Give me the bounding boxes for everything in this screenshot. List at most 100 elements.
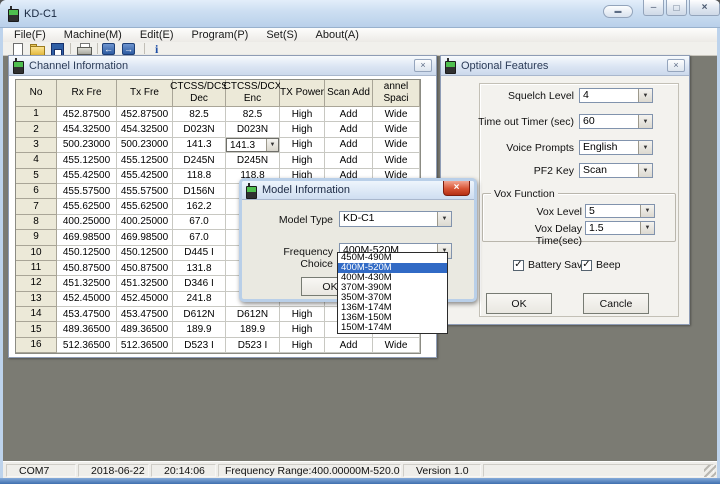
- vox-field-combobox[interactable]: 1.5▼: [585, 221, 655, 235]
- model-type-dropdown-icon[interactable]: ▼: [437, 212, 451, 226]
- table-cell[interactable]: 500.23000: [57, 138, 117, 153]
- table-cell[interactable]: 82.5: [226, 107, 280, 122]
- table-cell[interactable]: 455.42500: [57, 169, 117, 184]
- about-info-button[interactable]: [148, 42, 168, 56]
- table-cell[interactable]: 452.45000: [57, 292, 117, 307]
- checkbox-box[interactable]: ✓: [513, 260, 524, 271]
- optional-field-combobox[interactable]: 60▼: [579, 114, 653, 129]
- table-cell[interactable]: D523 I: [226, 338, 280, 353]
- optional-ok-button[interactable]: OK: [486, 293, 552, 314]
- table-cell[interactable]: 450.12500: [117, 246, 173, 261]
- table-cell[interactable]: 118.8: [173, 169, 226, 184]
- table-cell[interactable]: 67.0: [173, 230, 226, 245]
- table-cell[interactable]: 451.32500: [57, 276, 117, 291]
- table-cell[interactable]: D156N: [173, 184, 226, 199]
- table-cell[interactable]: 469.98500: [117, 230, 173, 245]
- dropdown-icon[interactable]: ▼: [638, 115, 652, 128]
- write-radio-button[interactable]: [121, 42, 141, 56]
- optional-field-combobox[interactable]: 4▼: [579, 88, 653, 103]
- dropdown-icon[interactable]: ▼: [640, 222, 654, 234]
- table-cell[interactable]: 141.3: [173, 138, 226, 153]
- table-cell[interactable]: 450.87500: [57, 261, 117, 276]
- table-cell[interactable]: 452.87500: [117, 107, 173, 122]
- table-cell[interactable]: 455.62500: [57, 199, 117, 214]
- table-cell[interactable]: Wide: [373, 122, 420, 137]
- table-cell[interactable]: 82.5: [173, 107, 226, 122]
- table-cell[interactable]: Add: [325, 153, 373, 168]
- table-cell[interactable]: Add: [325, 338, 373, 353]
- table-cell[interactable]: D523 I: [173, 338, 226, 353]
- table-cell[interactable]: 452.45000: [117, 292, 173, 307]
- table-cell[interactable]: Wide: [373, 107, 420, 122]
- table-cell[interactable]: 454.32500: [117, 122, 173, 137]
- menu-item-set[interactable]: Set(S): [257, 28, 306, 42]
- table-cell[interactable]: 455.57500: [117, 184, 173, 199]
- table-cell[interactable]: 455.42500: [117, 169, 173, 184]
- table-cell[interactable]: High: [280, 138, 325, 153]
- table-cell[interactable]: 189.9: [173, 322, 226, 337]
- table-cell[interactable]: High: [280, 107, 325, 122]
- main-titlebar[interactable]: KD-C1 ▬ – ×: [0, 0, 720, 28]
- checkbox-battery-save[interactable]: ✓Battery Save: [513, 259, 588, 271]
- table-cell[interactable]: 454.32500: [57, 122, 117, 137]
- table-cell[interactable]: 241.8: [173, 292, 226, 307]
- table-cell[interactable]: 455.57500: [57, 184, 117, 199]
- table-cell[interactable]: Wide: [373, 138, 420, 153]
- save-file-button[interactable]: [47, 42, 67, 56]
- enc-dropdown-icon[interactable]: ▼: [266, 139, 278, 151]
- table-cell[interactable]: 451.32500: [117, 276, 173, 291]
- table-cell[interactable]: Add: [325, 138, 373, 153]
- table-cell[interactable]: High: [280, 338, 325, 353]
- menu-item-machine[interactable]: Machine(M): [55, 28, 131, 42]
- table-cell[interactable]: 131.8: [173, 261, 226, 276]
- optional-field-combobox[interactable]: English▼: [579, 140, 653, 155]
- table-cell[interactable]: 455.12500: [117, 153, 173, 168]
- dropdown-icon[interactable]: ▼: [638, 141, 652, 154]
- table-cell[interactable]: 512.36500: [57, 338, 117, 353]
- table-cell[interactable]: D346 I: [173, 276, 226, 291]
- table-cell[interactable]: 453.47500: [57, 307, 117, 322]
- dropdown-icon[interactable]: ▼: [640, 205, 654, 217]
- table-cell[interactable]: Wide: [373, 153, 420, 168]
- table-cell[interactable]: 453.47500: [117, 307, 173, 322]
- menu-item-edit[interactable]: Edit(E): [131, 28, 183, 42]
- table-cell[interactable]: 489.36500: [117, 322, 173, 337]
- table-cell[interactable]: D612N: [173, 307, 226, 322]
- table-cell[interactable]: 67.0: [173, 215, 226, 230]
- table-cell[interactable]: 500.23000: [117, 138, 173, 153]
- open-file-button[interactable]: [27, 42, 47, 56]
- table-cell[interactable]: 141.3▼: [226, 138, 280, 153]
- table-cell[interactable]: High: [280, 322, 325, 337]
- table-cell[interactable]: High: [280, 122, 325, 137]
- table-cell[interactable]: 189.9: [226, 322, 280, 337]
- close-button[interactable]: ×: [689, 0, 720, 16]
- table-cell[interactable]: High: [280, 153, 325, 168]
- optional-cancel-button[interactable]: Cancle: [583, 293, 649, 314]
- table-cell[interactable]: 469.98500: [57, 230, 117, 245]
- model-type-combobox[interactable]: KD-C1 ▼: [339, 211, 452, 227]
- table-cell[interactable]: 455.62500: [117, 199, 173, 214]
- channel-window-titlebar[interactable]: Channel Information ×: [9, 56, 436, 76]
- checkbox-beep[interactable]: ✓Beep: [581, 259, 621, 271]
- dropdown-option[interactable]: 150M-174M: [338, 323, 447, 333]
- channel-window-close-icon[interactable]: ×: [414, 59, 432, 72]
- table-cell[interactable]: 455.12500: [57, 153, 117, 168]
- table-cell[interactable]: D245N: [173, 153, 226, 168]
- menu-item-about[interactable]: About(A): [307, 28, 368, 42]
- resize-grip[interactable]: [704, 465, 716, 477]
- table-cell[interactable]: High: [280, 307, 325, 322]
- model-dialog-titlebar[interactable]: Model Information ×: [242, 181, 474, 200]
- caption-pill-button[interactable]: ▬: [603, 5, 633, 18]
- table-cell[interactable]: 450.87500: [117, 261, 173, 276]
- table-cell[interactable]: 400.25000: [57, 215, 117, 230]
- table-cell[interactable]: 512.36500: [117, 338, 173, 353]
- new-file-button[interactable]: [7, 42, 27, 56]
- table-cell[interactable]: Add: [325, 122, 373, 137]
- table-cell[interactable]: 452.87500: [57, 107, 117, 122]
- optional-window-titlebar[interactable]: Optional Features ×: [441, 56, 689, 76]
- table-cell[interactable]: Add: [325, 107, 373, 122]
- table-cell[interactable]: D445 I: [173, 246, 226, 261]
- table-cell[interactable]: D245N: [226, 153, 280, 168]
- dropdown-icon[interactable]: ▼: [638, 89, 652, 102]
- table-cell[interactable]: 162.2: [173, 199, 226, 214]
